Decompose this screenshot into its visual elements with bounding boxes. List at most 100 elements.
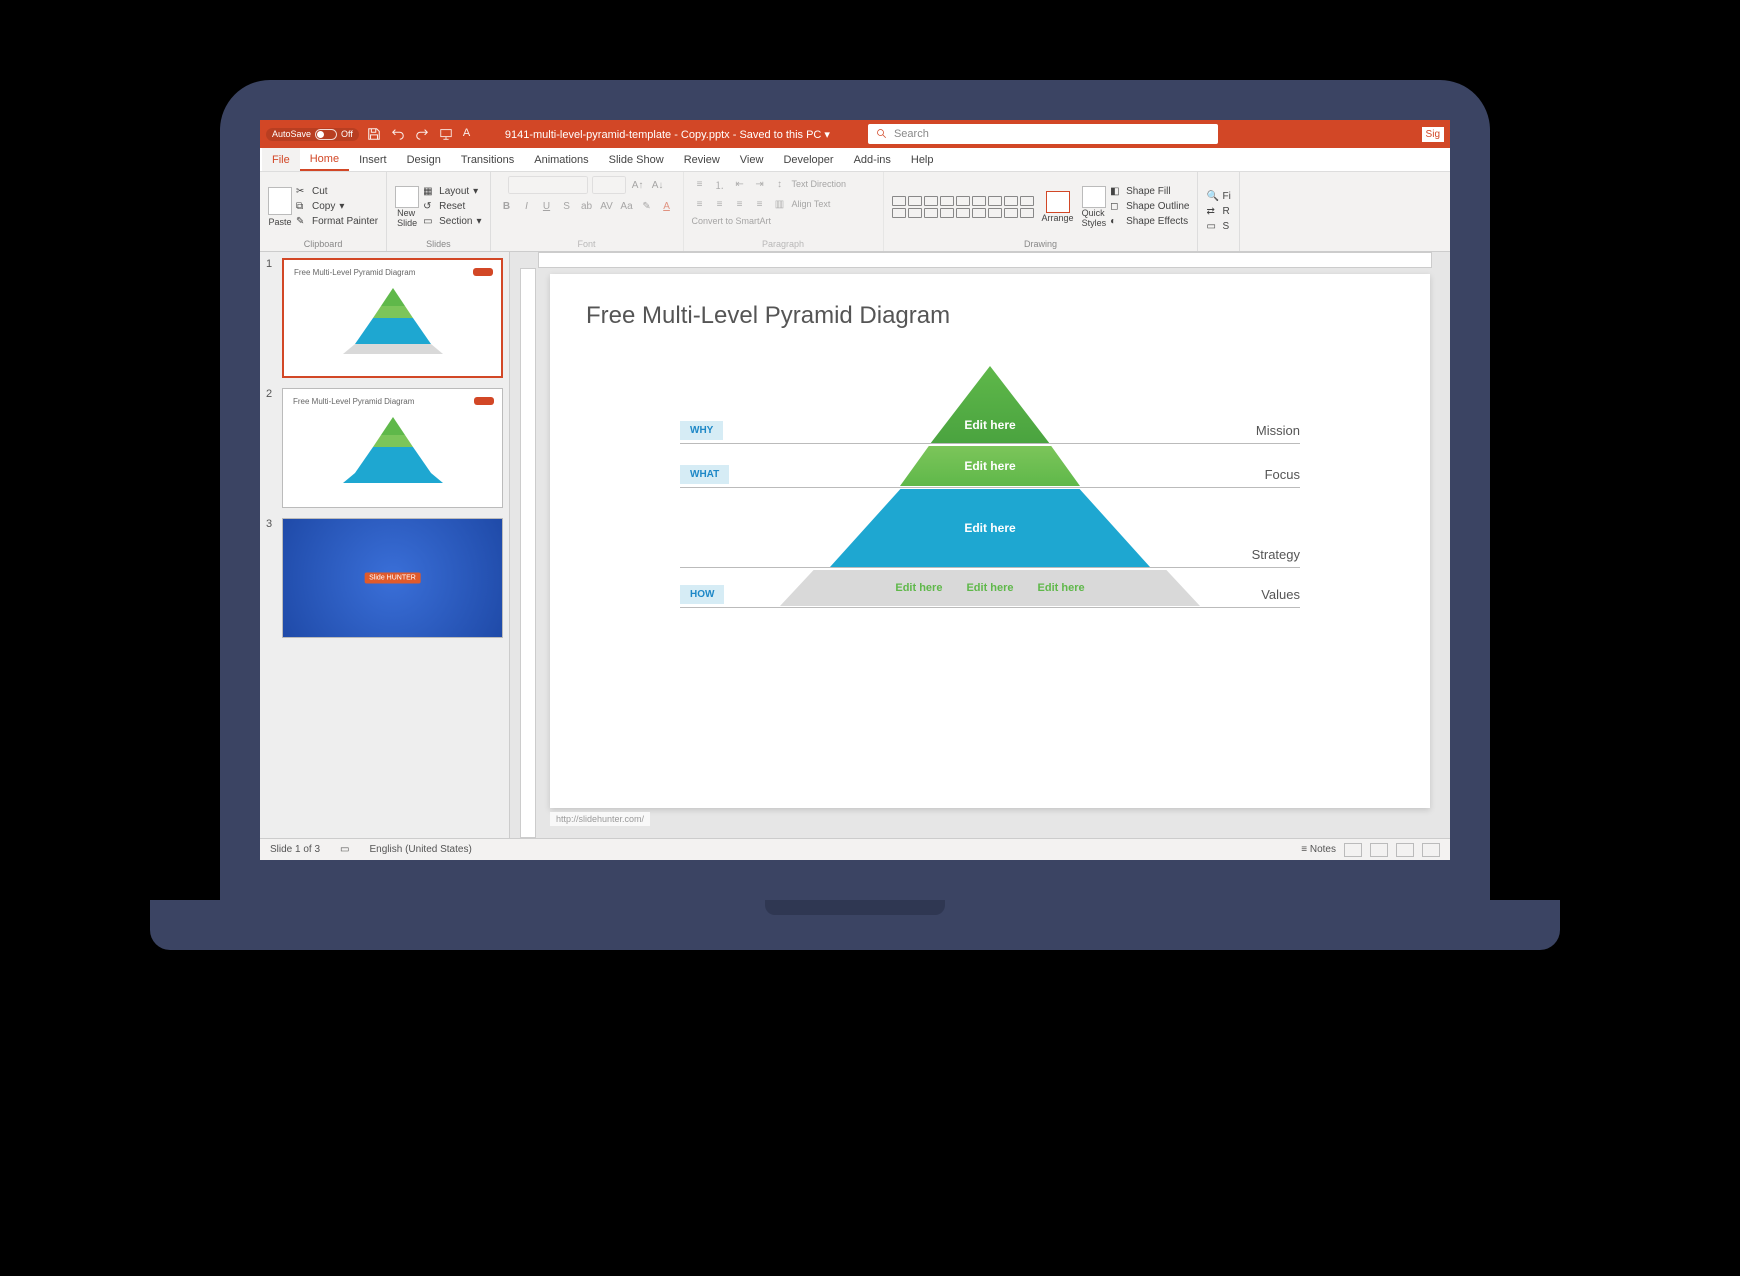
- italic-button[interactable]: I: [519, 198, 535, 214]
- tab-slideshow[interactable]: Slide Show: [599, 148, 674, 171]
- text-direction-button[interactable]: Text Direction: [792, 179, 847, 189]
- vertical-ruler[interactable]: [520, 268, 536, 838]
- shape-fill-button[interactable]: ◧Shape Fill: [1110, 186, 1189, 198]
- right-label-strategy[interactable]: Strategy: [1252, 547, 1300, 562]
- replace-button[interactable]: ⇄R: [1206, 206, 1230, 218]
- numbering-button[interactable]: ⒈: [712, 176, 728, 192]
- app-window: AutoSave Off A 9141-multi-level-pyramid-…: [260, 120, 1450, 860]
- save-icon[interactable]: [367, 127, 381, 141]
- paste-button[interactable]: Paste: [268, 187, 292, 227]
- status-bar: Slide 1 of 3 ▭ English (United States) ≡…: [260, 838, 1450, 860]
- editor-area: Free Multi-Level Pyramid Diagram Edit he…: [510, 252, 1450, 838]
- reset-button[interactable]: ↺Reset: [423, 201, 481, 213]
- notes-button[interactable]: ≡ Notes: [1301, 844, 1336, 855]
- left-tag-how[interactable]: HOW: [680, 585, 724, 604]
- shape-effects-button[interactable]: ◐Shape Effects: [1110, 216, 1189, 228]
- tab-developer[interactable]: Developer: [773, 148, 843, 171]
- pyramid-tier-3[interactable]: Edit here: [830, 489, 1150, 567]
- tab-help[interactable]: Help: [901, 148, 944, 171]
- decrease-font-icon[interactable]: A↓: [650, 177, 666, 193]
- pyramid-tier-1[interactable]: Edit here: [930, 366, 1050, 444]
- right-label-focus[interactable]: Focus: [1265, 467, 1300, 482]
- slide-thumbnail-3[interactable]: Slide HUNTER: [282, 518, 503, 638]
- new-slide-button[interactable]: New Slide: [395, 186, 419, 228]
- quick-styles-button[interactable]: Quick Styles: [1082, 186, 1107, 228]
- slide-thumbnail-1[interactable]: Free Multi-Level Pyramid Diagram: [282, 258, 503, 378]
- language-status[interactable]: English (United States): [370, 844, 472, 855]
- reading-view-button[interactable]: [1396, 843, 1414, 857]
- indent-increase-button[interactable]: ⇥: [752, 176, 768, 192]
- pyramid-tier-4[interactable]: Edit here Edit here Edit here: [780, 570, 1200, 606]
- case-button[interactable]: Aa: [619, 198, 635, 214]
- line-spacing-button[interactable]: ↕: [772, 176, 788, 192]
- align-right-button[interactable]: ≡: [732, 196, 748, 212]
- font-color-icon[interactable]: A: [463, 127, 477, 141]
- align-center-button[interactable]: ≡: [712, 196, 728, 212]
- normal-view-button[interactable]: [1344, 843, 1362, 857]
- tab-review[interactable]: Review: [674, 148, 730, 171]
- right-label-mission[interactable]: Mission: [1256, 423, 1300, 438]
- format-painter-button[interactable]: ✎Format Painter: [296, 216, 378, 228]
- find-button[interactable]: 🔍Fi: [1206, 191, 1230, 203]
- tab-addins[interactable]: Add-ins: [844, 148, 901, 171]
- left-tag-why[interactable]: WHY: [680, 421, 723, 440]
- undo-icon[interactable]: [391, 127, 405, 141]
- align-text-button[interactable]: Align Text: [792, 199, 831, 209]
- slide-panel[interactable]: 1 Free Multi-Level Pyramid Diagram 2 Fre…: [260, 252, 510, 838]
- slide-canvas[interactable]: Free Multi-Level Pyramid Diagram Edit he…: [550, 274, 1430, 808]
- slide-title[interactable]: Free Multi-Level Pyramid Diagram: [586, 302, 950, 330]
- menu-bar: File Home Insert Design Transitions Anim…: [260, 148, 1450, 172]
- align-left-button[interactable]: ≡: [692, 196, 708, 212]
- left-tag-what[interactable]: WHAT: [680, 465, 729, 484]
- smartart-button[interactable]: Convert to SmartArt: [692, 216, 772, 226]
- logo-badge: Slide HUNTER: [364, 573, 421, 584]
- thumb-number: 3: [266, 518, 276, 638]
- arrange-icon: [1046, 191, 1070, 213]
- pyramid-diagram[interactable]: Edit here WHY Mission Edit here WHAT Foc…: [780, 366, 1200, 608]
- sorter-view-button[interactable]: [1370, 843, 1388, 857]
- bold-button[interactable]: B: [499, 198, 515, 214]
- tab-animations[interactable]: Animations: [524, 148, 598, 171]
- bullets-button[interactable]: ≡: [692, 176, 708, 192]
- autosave-toggle[interactable]: AutoSave Off: [266, 128, 359, 141]
- accessibility-icon[interactable]: ▭: [340, 844, 349, 855]
- tab-transitions[interactable]: Transitions: [451, 148, 524, 171]
- present-icon[interactable]: [439, 127, 453, 141]
- tab-view[interactable]: View: [730, 148, 774, 171]
- select-button[interactable]: ▭S: [1206, 221, 1230, 233]
- underline-button[interactable]: U: [539, 198, 555, 214]
- horizontal-ruler[interactable]: [538, 252, 1432, 268]
- tab-design[interactable]: Design: [397, 148, 451, 171]
- tab-home[interactable]: Home: [300, 148, 349, 171]
- cut-button[interactable]: ✂Cut: [296, 186, 378, 198]
- copy-button[interactable]: ⧉Copy ▾: [296, 201, 378, 213]
- highlight-button[interactable]: ✎: [639, 198, 655, 214]
- font-color-button[interactable]: A: [659, 198, 675, 214]
- strike-button[interactable]: S: [559, 198, 575, 214]
- brush-icon: ✎: [296, 216, 308, 228]
- layout-icon: ▦: [423, 186, 435, 198]
- workspace: 1 Free Multi-Level Pyramid Diagram 2 Fre…: [260, 252, 1450, 838]
- shapes-gallery[interactable]: [892, 196, 1034, 218]
- slideshow-view-button[interactable]: [1422, 843, 1440, 857]
- slide-thumbnail-2[interactable]: Free Multi-Level Pyramid Diagram: [282, 388, 503, 508]
- spacing-button[interactable]: AV: [599, 198, 615, 214]
- tab-file[interactable]: File: [262, 148, 300, 171]
- font-size-input[interactable]: [592, 176, 626, 194]
- columns-button[interactable]: ▥: [772, 196, 788, 212]
- layout-button[interactable]: ▦Layout ▾: [423, 186, 481, 198]
- section-button[interactable]: ▭Section ▾: [423, 216, 481, 228]
- font-family-input[interactable]: [508, 176, 588, 194]
- indent-decrease-button[interactable]: ⇤: [732, 176, 748, 192]
- increase-font-icon[interactable]: A↑: [630, 177, 646, 193]
- shape-outline-button[interactable]: ◻Shape Outline: [1110, 201, 1189, 213]
- search-input[interactable]: Search: [868, 124, 1218, 144]
- sign-in-button[interactable]: Sig: [1422, 127, 1444, 142]
- tab-insert[interactable]: Insert: [349, 148, 397, 171]
- right-label-values[interactable]: Values: [1261, 587, 1300, 602]
- shadow-button[interactable]: ab: [579, 198, 595, 214]
- arrange-button[interactable]: Arrange: [1042, 191, 1074, 223]
- justify-button[interactable]: ≡: [752, 196, 768, 212]
- pyramid-tier-2[interactable]: Edit here: [900, 446, 1080, 486]
- redo-icon[interactable]: [415, 127, 429, 141]
